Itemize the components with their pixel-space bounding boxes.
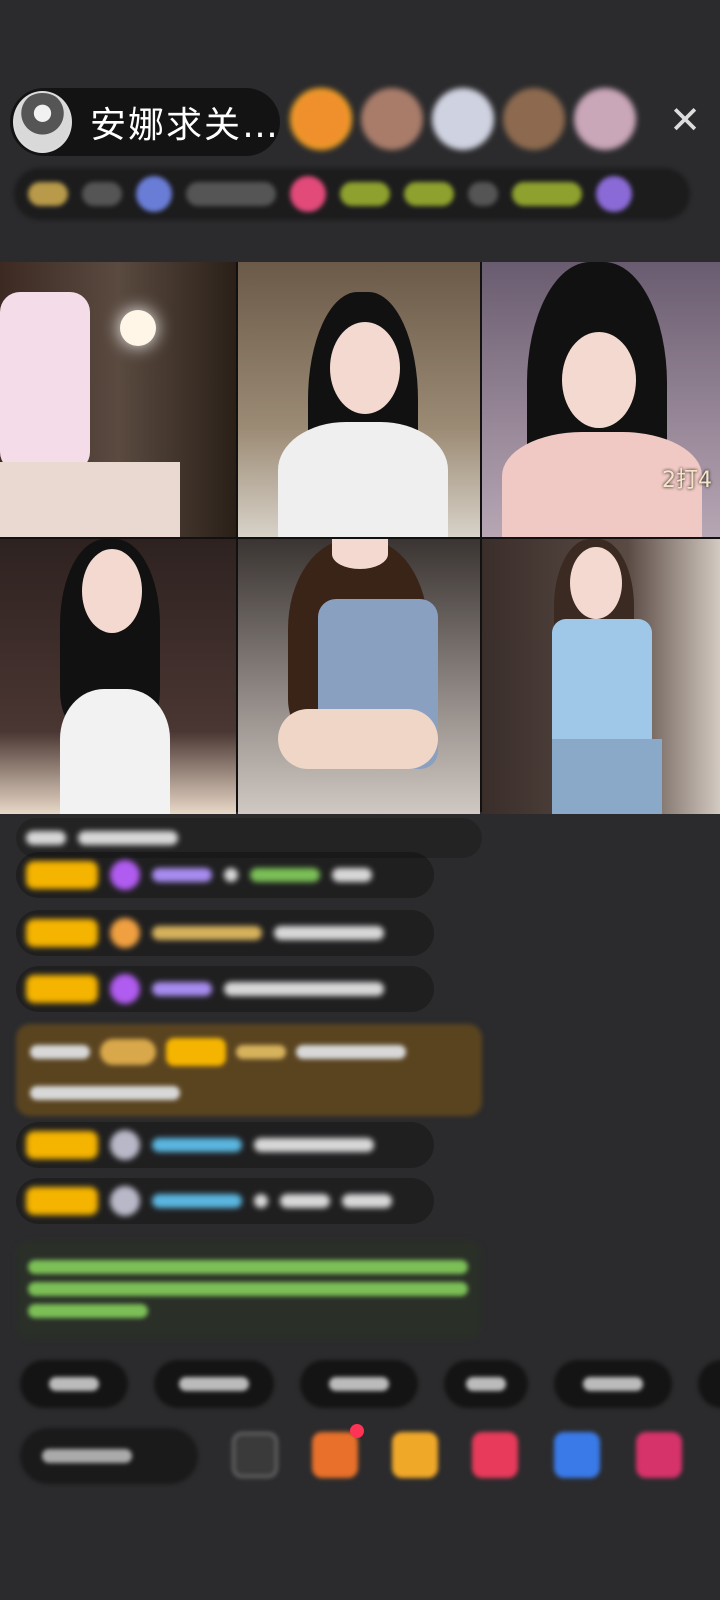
notification-dot xyxy=(350,1424,364,1438)
info-chip xyxy=(340,182,390,206)
system-notice xyxy=(16,1240,482,1340)
video-tile[interactable] xyxy=(482,539,720,814)
viewer-avatar[interactable] xyxy=(503,88,565,150)
chat-message[interactable] xyxy=(16,1122,434,1168)
info-chip xyxy=(512,182,582,206)
viewer-avatar[interactable] xyxy=(290,88,352,150)
viewer-list xyxy=(290,88,636,150)
info-chip xyxy=(186,182,276,206)
pk-label: 2打4 xyxy=(662,468,712,493)
quick-reply-bar xyxy=(20,1360,720,1408)
gift-box-icon[interactable] xyxy=(312,1432,358,1478)
video-grid: 2打4 xyxy=(0,262,720,814)
info-chip xyxy=(82,182,122,206)
more-icon[interactable] xyxy=(636,1432,682,1478)
quick-reply-chip[interactable] xyxy=(554,1360,672,1408)
video-tile[interactable] xyxy=(0,262,236,537)
chat-message[interactable] xyxy=(16,1178,434,1224)
video-tile[interactable]: 2打4 xyxy=(482,262,720,537)
info-chip xyxy=(468,182,498,206)
quick-reply-chip[interactable] xyxy=(444,1360,528,1408)
badge-icon[interactable] xyxy=(136,176,172,212)
quick-reply-chip[interactable] xyxy=(300,1360,418,1408)
viewer-avatar[interactable] xyxy=(432,88,494,150)
badge-icon[interactable] xyxy=(290,176,326,212)
quick-reply-chip[interactable] xyxy=(698,1360,720,1408)
emoji-icon[interactable] xyxy=(232,1432,278,1478)
heart-icon[interactable] xyxy=(472,1432,518,1478)
host-info[interactable]: 安娜求关… xyxy=(10,88,280,156)
host-name: 安娜求关… xyxy=(89,105,280,146)
video-tile[interactable] xyxy=(238,539,480,814)
quick-reply-chip[interactable] xyxy=(20,1360,128,1408)
chat-message[interactable] xyxy=(16,852,434,898)
video-tile[interactable] xyxy=(0,539,236,814)
chat-message[interactable] xyxy=(16,910,434,956)
info-chip xyxy=(404,182,454,206)
close-icon[interactable]: ✕ xyxy=(668,100,702,140)
comment-input[interactable] xyxy=(20,1428,198,1484)
chat-message[interactable] xyxy=(16,966,434,1012)
gift-bag-icon[interactable] xyxy=(392,1432,438,1478)
quick-reply-chip[interactable] xyxy=(154,1360,274,1408)
badge-icon[interactable] xyxy=(596,176,632,212)
video-tile[interactable] xyxy=(238,262,480,537)
viewer-avatar[interactable] xyxy=(361,88,423,150)
game-icon[interactable] xyxy=(554,1432,600,1478)
info-row[interactable] xyxy=(14,168,690,220)
viewer-avatar[interactable] xyxy=(574,88,636,150)
status-bar xyxy=(0,0,720,80)
gift-message[interactable] xyxy=(16,1024,482,1116)
host-avatar[interactable] xyxy=(13,91,72,153)
rank-chip[interactable] xyxy=(28,182,68,206)
